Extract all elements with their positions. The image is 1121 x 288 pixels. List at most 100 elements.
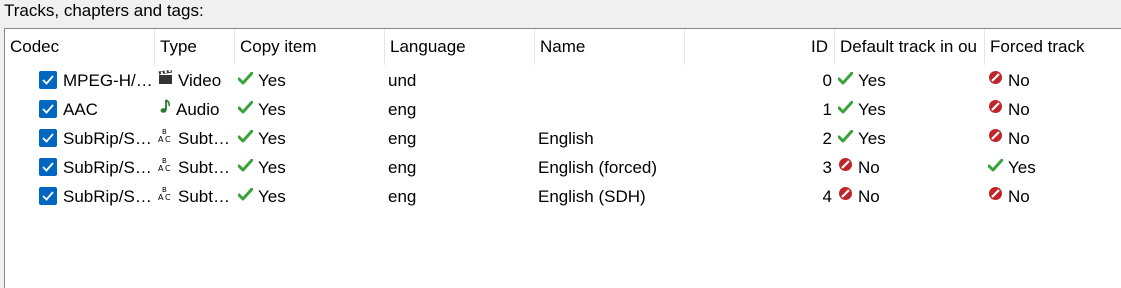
default-track-cell: Yes	[838, 95, 985, 124]
type-label: Video	[178, 71, 222, 90]
audio-note-icon	[158, 95, 171, 123]
language-label: eng	[388, 129, 417, 148]
default-track-label: Yes	[858, 100, 886, 119]
forced-track-label: Yes	[1008, 158, 1036, 177]
copy-item-label: Yes	[258, 129, 286, 148]
id-cell: 0	[685, 66, 832, 95]
id-cell: 1	[685, 95, 832, 124]
check-icon	[838, 124, 854, 152]
name-label: English (forced)	[538, 158, 658, 177]
copy-item-cell: Yes	[238, 182, 385, 211]
copy-item-label: Yes	[258, 187, 286, 206]
default-track-label: Yes	[858, 129, 886, 148]
id-label: 4	[822, 187, 832, 206]
language-label: eng	[388, 187, 417, 206]
check-icon	[988, 153, 1004, 181]
track-checkbox[interactable]	[39, 158, 57, 176]
language-label: und	[388, 71, 417, 90]
track-checkbox[interactable]	[39, 129, 57, 147]
column-header-name[interactable]: Name	[535, 29, 685, 65]
codec-label: SubRip/S…	[63, 187, 152, 206]
track-row[interactable]: SubRip/S… B A C Subt… Yes eng English (forced) 3…	[5, 153, 1121, 182]
column-header-codec[interactable]: Codec	[5, 29, 155, 65]
track-checkbox[interactable]	[39, 187, 57, 205]
id-label: 3	[822, 158, 832, 177]
language-cell: und	[388, 66, 535, 95]
forced-track-label: No	[1008, 100, 1030, 119]
id-label: 1	[822, 100, 832, 119]
language-label: eng	[388, 158, 417, 177]
default-track-cell: Yes	[838, 66, 985, 95]
codec-label: AAC	[63, 100, 98, 119]
copy-item-label: Yes	[258, 71, 286, 90]
name-label: English	[538, 129, 594, 148]
name-cell: English (forced)	[538, 153, 685, 182]
column-header-type[interactable]: Type	[155, 29, 235, 65]
default-track-label: No	[858, 158, 880, 177]
track-row[interactable]: AAC Audio Yes eng 1 Yes No	[5, 95, 1121, 124]
type-cell: B A C Subt…	[158, 124, 235, 153]
type-cell: Video	[158, 66, 235, 95]
forced-track-cell: No	[988, 95, 1121, 124]
no-icon	[838, 153, 853, 181]
column-header-language[interactable]: Language	[385, 29, 535, 65]
subtitle-icon: BAC	[158, 182, 173, 210]
copy-item-cell: Yes	[238, 95, 385, 124]
type-label: Subt…	[178, 129, 230, 148]
language-cell: eng	[388, 124, 535, 153]
check-icon	[238, 153, 254, 181]
name-cell	[538, 66, 685, 95]
column-header-copy-item[interactable]: Copy item	[235, 29, 385, 65]
forced-track-label: No	[1008, 71, 1030, 90]
type-cell: Audio	[158, 95, 235, 124]
type-label: Audio	[176, 100, 220, 119]
column-header-forced-track[interactable]: Forced track	[985, 29, 1121, 65]
type-label: Subt…	[178, 158, 230, 177]
section-label: Tracks, chapters and tags:	[4, 1, 204, 20]
track-checkbox[interactable]	[39, 100, 57, 118]
svg-text:C: C	[165, 135, 171, 143]
no-icon	[988, 66, 1003, 94]
check-icon	[238, 124, 254, 152]
forced-track-cell: No	[988, 66, 1121, 95]
forced-track-label: No	[1008, 187, 1030, 206]
track-row[interactable]: SubRip/S… B A C Subt… Yes eng English 2 Yes No	[5, 124, 1121, 153]
name-cell: English (SDH)	[538, 182, 685, 211]
no-icon	[988, 124, 1003, 152]
column-header-default-track[interactable]: Default track in ou	[835, 29, 985, 65]
forced-track-cell: No	[988, 182, 1121, 211]
no-icon	[988, 95, 1003, 123]
name-label: English (SDH)	[538, 187, 646, 206]
id-cell: 3	[685, 153, 832, 182]
track-checkbox[interactable]	[39, 71, 57, 89]
copy-item-label: Yes	[258, 158, 286, 177]
codec-label: SubRip/S…	[63, 158, 152, 177]
forced-track-cell: No	[988, 124, 1121, 153]
check-icon	[238, 95, 254, 123]
video-clapper-icon	[158, 66, 173, 94]
forced-track-label: No	[1008, 129, 1030, 148]
svg-text:A: A	[158, 135, 164, 143]
track-row[interactable]: MPEG-H/… Video Yes und 0 Yes No	[5, 66, 1121, 95]
codec-cell: SubRip/S…	[63, 153, 155, 182]
type-cell: B A C Subt…	[158, 182, 235, 211]
id-cell: 4	[685, 182, 832, 211]
no-icon	[988, 182, 1003, 210]
table-header: Codec Type Copy item Language Name ID De…	[5, 29, 1121, 65]
default-track-label: Yes	[858, 71, 886, 90]
codec-cell: SubRip/S…	[63, 124, 155, 153]
copy-item-cell: Yes	[238, 124, 385, 153]
default-track-cell: No	[838, 153, 985, 182]
tracks-table[interactable]: Codec Type Copy item Language Name ID De…	[4, 28, 1121, 288]
svg-text:C: C	[165, 193, 171, 201]
copy-item-label: Yes	[258, 100, 286, 119]
name-cell: English	[538, 124, 685, 153]
track-row[interactable]: SubRip/S… B A C Subt… Yes eng English (SDH) 4 No N…	[5, 182, 1121, 211]
default-track-cell: No	[838, 182, 985, 211]
column-header-id[interactable]: ID	[685, 29, 835, 65]
default-track-label: No	[858, 187, 880, 206]
subtitle-icon: BAC	[158, 153, 173, 181]
language-cell: eng	[388, 182, 535, 211]
codec-cell: AAC	[63, 95, 155, 124]
type-cell: B A C Subt…	[158, 153, 235, 182]
